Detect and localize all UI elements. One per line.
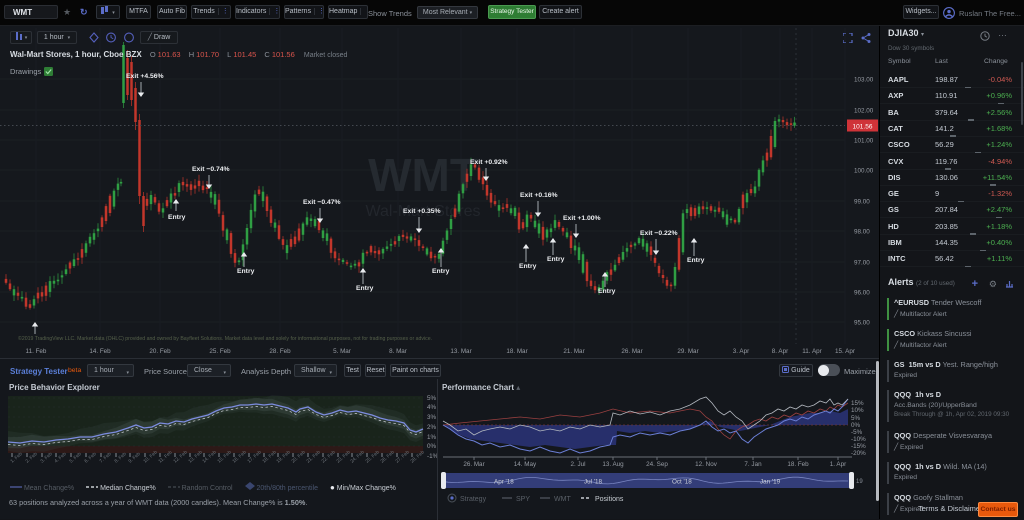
svg-text:5%: 5% bbox=[851, 415, 861, 422]
svg-text:-15%: -15% bbox=[851, 443, 866, 450]
svg-text:97.00: 97.00 bbox=[854, 260, 870, 267]
svg-text:Positions: Positions bbox=[595, 496, 624, 503]
svg-text:Oct '18: Oct '18 bbox=[672, 479, 692, 486]
svg-text:-20%: -20% bbox=[851, 450, 866, 457]
svg-text:7. Jan: 7. Jan bbox=[744, 461, 762, 468]
svg-text:Entry: Entry bbox=[519, 263, 537, 270]
svg-text:5. Mar: 5. Mar bbox=[333, 348, 351, 355]
svg-text:14. May: 14. May bbox=[514, 461, 537, 468]
svg-text:10%: 10% bbox=[851, 407, 864, 414]
svg-text:29. Mar: 29. Mar bbox=[677, 348, 698, 355]
svg-text:1. Apr: 1. Apr bbox=[830, 461, 846, 468]
svg-text:Entry: Entry bbox=[598, 288, 616, 295]
svg-text:Exit +0.92%: Exit +0.92% bbox=[470, 159, 508, 166]
svg-text:Entry: Entry bbox=[356, 285, 374, 292]
svg-text:100.00: 100.00 bbox=[854, 168, 874, 175]
svg-text:11. Feb: 11. Feb bbox=[26, 348, 47, 355]
svg-text:WMT: WMT bbox=[554, 496, 571, 503]
svg-text:11. Apr: 11. Apr bbox=[802, 348, 822, 355]
svg-text:Entry: Entry bbox=[237, 268, 255, 275]
svg-text:2. Jul: 2. Jul bbox=[570, 461, 585, 468]
svg-text:8. Mar: 8. Mar bbox=[389, 348, 407, 355]
svg-text:18. Mar: 18. Mar bbox=[506, 348, 527, 355]
svg-text:Exit +1.00%: Exit +1.00% bbox=[563, 215, 601, 222]
svg-text:25. Feb: 25. Feb bbox=[209, 348, 231, 355]
svg-text:Exit +0.16%: Exit +0.16% bbox=[520, 192, 558, 199]
svg-text:8. Apr: 8. Apr bbox=[772, 348, 788, 355]
svg-text:Apr '18: Apr '18 bbox=[494, 479, 514, 486]
svg-text:18. Feb: 18. Feb bbox=[787, 461, 809, 468]
svg-text:Exit +0.35%: Exit +0.35% bbox=[403, 208, 441, 215]
svg-text:14. Feb: 14. Feb bbox=[89, 348, 111, 355]
svg-text:1%: 1% bbox=[427, 434, 437, 441]
svg-text:WMT: WMT bbox=[368, 149, 478, 201]
svg-text:-5%: -5% bbox=[851, 429, 863, 436]
svg-text:12. Nov: 12. Nov bbox=[695, 461, 718, 468]
svg-text:2%: 2% bbox=[427, 424, 437, 431]
svg-text:101.00: 101.00 bbox=[854, 138, 874, 145]
svg-text:20. Feb: 20. Feb bbox=[149, 348, 171, 355]
svg-text:Jan '19: Jan '19 bbox=[760, 479, 781, 486]
svg-text:-10%: -10% bbox=[851, 436, 866, 443]
svg-text:Entry: Entry bbox=[547, 256, 565, 263]
svg-text:SPY: SPY bbox=[516, 496, 530, 503]
svg-text:-1%: -1% bbox=[427, 453, 437, 460]
svg-text:95.00: 95.00 bbox=[854, 320, 870, 327]
svg-text:©2019 TradingView LLC. Market: ©2019 TradingView LLC. Market data (OHLC… bbox=[18, 335, 432, 342]
svg-text:102.00: 102.00 bbox=[854, 108, 874, 115]
svg-text:99.00: 99.00 bbox=[854, 199, 870, 206]
svg-text:Entry: Entry bbox=[432, 268, 450, 275]
svg-text:96.00: 96.00 bbox=[854, 290, 870, 297]
svg-text:Exit +4.56%: Exit +4.56% bbox=[126, 73, 164, 80]
svg-text:5%: 5% bbox=[427, 395, 437, 402]
svg-text:15. Apr: 15. Apr bbox=[835, 348, 855, 355]
svg-text:3. Apr: 3. Apr bbox=[733, 348, 749, 355]
svg-text:13. Mar: 13. Mar bbox=[450, 348, 471, 355]
svg-text:Strategy: Strategy bbox=[460, 496, 487, 503]
svg-text:Entry: Entry bbox=[687, 257, 705, 264]
svg-text:Exit −0.74%: Exit −0.74% bbox=[192, 166, 230, 173]
svg-text:Entry: Entry bbox=[168, 214, 186, 221]
svg-text:0%: 0% bbox=[851, 422, 861, 429]
svg-text:21. Mar: 21. Mar bbox=[563, 348, 584, 355]
svg-text:101.56: 101.56 bbox=[853, 124, 873, 131]
svg-text:13. Aug: 13. Aug bbox=[602, 461, 624, 468]
svg-text:Jul '18: Jul '18 bbox=[584, 479, 603, 486]
svg-text:24. Sep: 24. Sep bbox=[646, 461, 668, 468]
svg-text:Exit −0.22%: Exit −0.22% bbox=[640, 230, 678, 237]
svg-text:15%: 15% bbox=[851, 400, 864, 407]
svg-text:26. Mar: 26. Mar bbox=[463, 461, 484, 468]
svg-text:4%: 4% bbox=[427, 404, 437, 411]
svg-text:3%: 3% bbox=[427, 414, 437, 421]
svg-text:0%: 0% bbox=[427, 443, 437, 450]
svg-text:26. Mar: 26. Mar bbox=[621, 348, 642, 355]
svg-text:Exit −0.47%: Exit −0.47% bbox=[303, 199, 341, 206]
svg-text:98.00: 98.00 bbox=[854, 229, 870, 236]
svg-text:28. Feb: 28. Feb bbox=[269, 348, 291, 355]
svg-text:103.00: 103.00 bbox=[854, 77, 874, 84]
